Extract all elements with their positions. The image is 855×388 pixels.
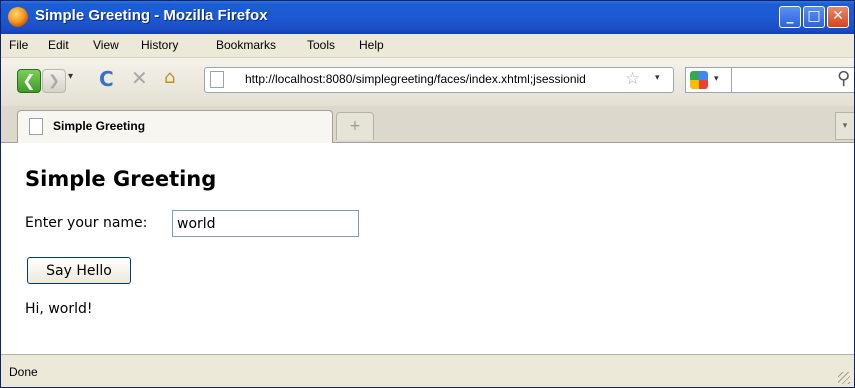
back-button[interactable]: ❮ <box>17 69 41 93</box>
tab-list-button[interactable]: ▾ <box>835 112 854 140</box>
new-tab-button[interactable]: + <box>336 112 374 140</box>
name-input[interactable] <box>172 210 359 237</box>
tab-label: Simple Greeting <box>53 119 146 133</box>
engine-dropdown-icon[interactable]: ▾ <box>714 74 719 84</box>
minimize-button[interactable]: _ <box>779 6 801 28</box>
menu-help[interactable]: Help <box>359 38 384 52</box>
page-content: Simple Greeting Enter your name: Say Hel… <box>1 143 854 354</box>
close-button[interactable]: ✕ <box>827 6 849 28</box>
history-dropdown-icon[interactable]: ▾ <box>68 71 73 82</box>
stop-icon[interactable]: ✕ <box>131 66 148 90</box>
search-engine-selector[interactable]: ▾ <box>685 67 731 93</box>
menu-bar: File Edit View History Bookmarks Tools H… <box>1 34 854 58</box>
menu-file[interactable]: File <box>9 38 28 52</box>
status-bar: Done <box>1 354 854 387</box>
tab-page-icon <box>29 118 43 135</box>
say-hello-button[interactable]: Say Hello <box>27 257 131 284</box>
status-text: Done <box>9 365 38 379</box>
firefox-icon <box>8 7 28 27</box>
reload-icon[interactable]: C <box>99 67 114 91</box>
name-label: Enter your name: <box>25 215 148 231</box>
forward-button[interactable]: ❯ <box>42 69 66 93</box>
title-bar[interactable]: Simple Greeting - Mozilla Firefox _ □ ✕ <box>1 1 854 34</box>
browser-window: Simple Greeting - Mozilla Firefox _ □ ✕ … <box>0 0 855 388</box>
page-icon <box>210 71 224 88</box>
url-text[interactable]: http://localhost:8080/simplegreeting/fac… <box>245 72 586 86</box>
menu-edit[interactable]: Edit <box>48 38 69 52</box>
resize-grip-icon[interactable] <box>838 372 850 384</box>
menu-view[interactable]: View <box>93 38 119 52</box>
tab-simple-greeting[interactable]: Simple Greeting <box>17 110 333 143</box>
navigation-toolbar: ❮ ❯ ▾ C ✕ ⌂ http://localhost:8080/simple… <box>1 58 854 106</box>
bookmark-star-icon[interactable]: ☆ <box>623 69 641 89</box>
search-engine-icon <box>690 71 708 89</box>
tab-strip: Simple Greeting + ▾ <box>1 106 854 143</box>
window-title: Simple Greeting - Mozilla Firefox <box>35 7 268 24</box>
menu-history[interactable]: History <box>141 38 178 52</box>
url-dropdown-icon[interactable]: ▾ <box>655 73 660 83</box>
menu-tools[interactable]: Tools <box>307 38 335 52</box>
greeting-text: Hi, world! <box>25 301 93 317</box>
search-icon[interactable]: ⚲ <box>837 68 850 89</box>
home-icon[interactable]: ⌂ <box>164 67 175 88</box>
url-bar[interactable]: http://localhost:8080/simplegreeting/fac… <box>204 67 674 93</box>
menu-bookmarks[interactable]: Bookmarks <box>216 38 276 52</box>
page-title: Simple Greeting <box>25 167 217 191</box>
maximize-button[interactable]: □ <box>803 6 825 28</box>
